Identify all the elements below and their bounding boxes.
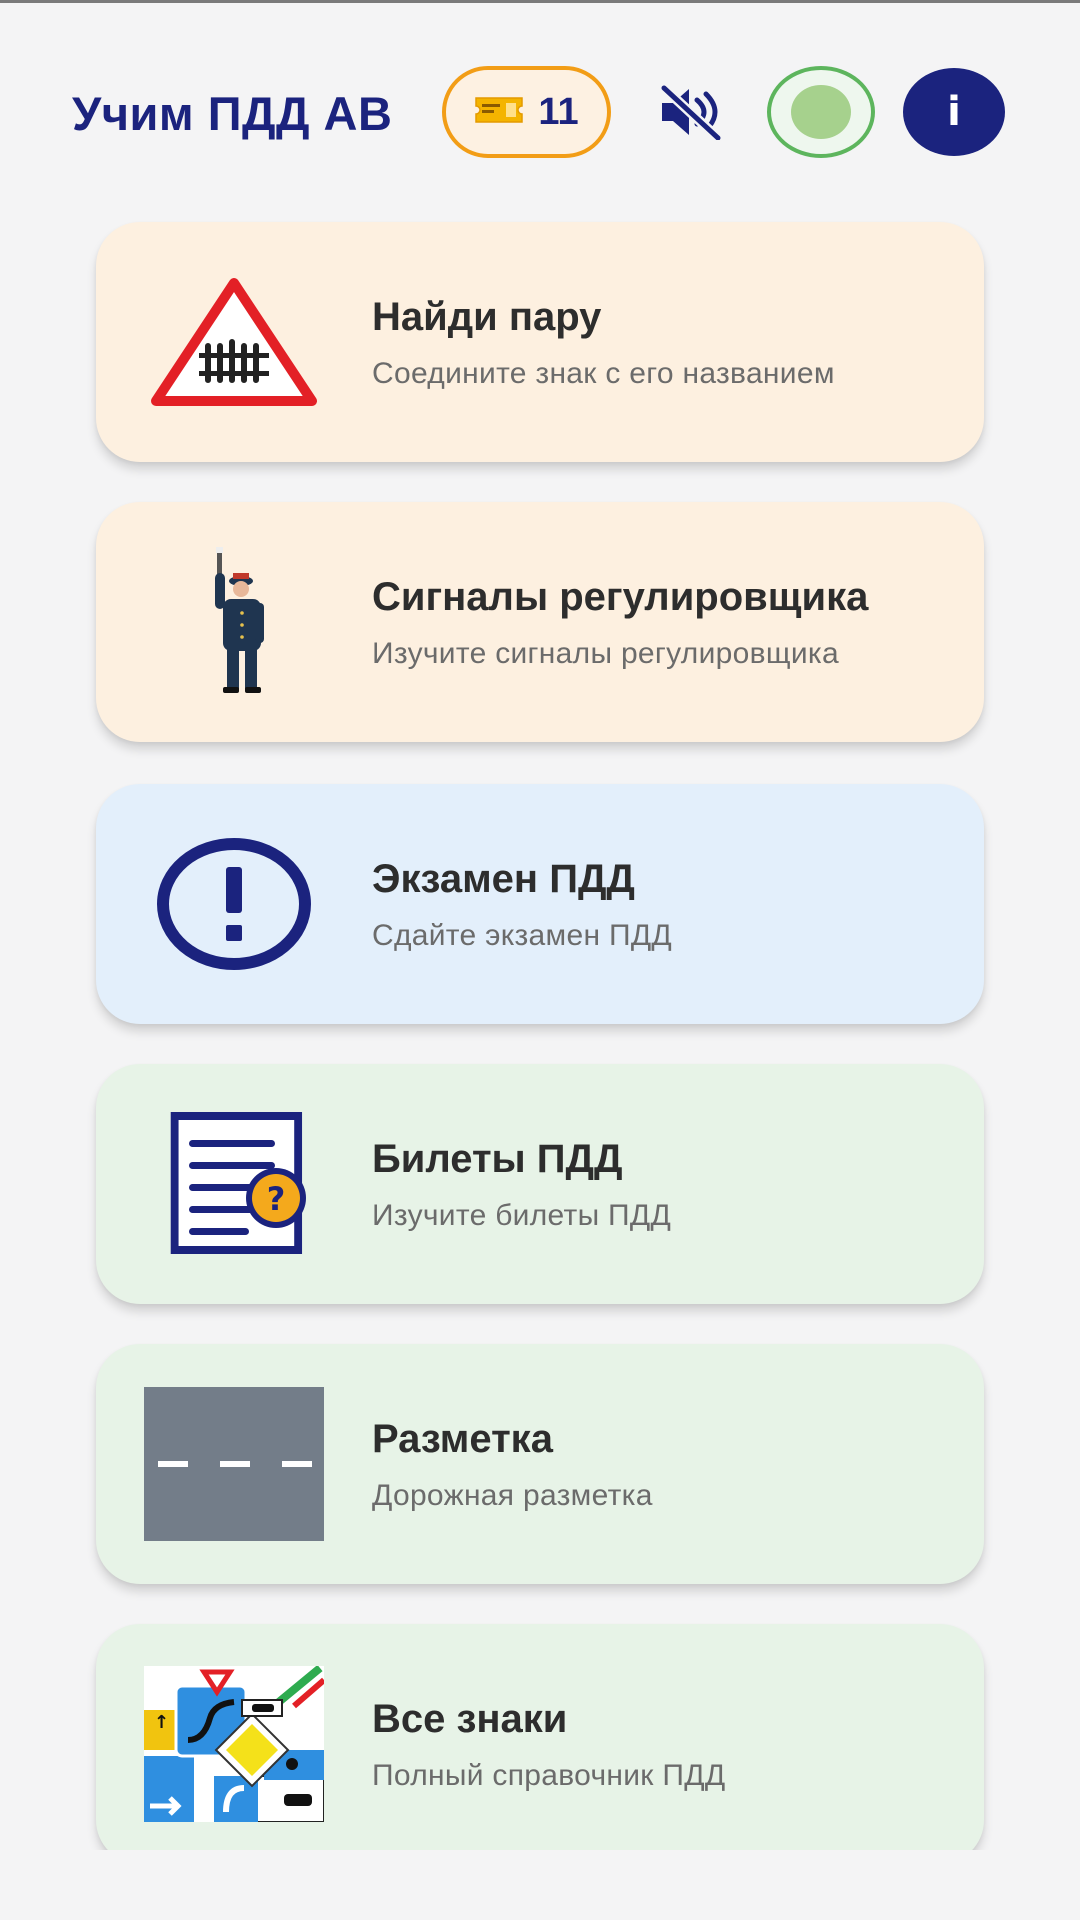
traffic-officer-icon [144, 540, 324, 704]
tickets-count: 11 [538, 90, 579, 133]
card-subtitle: Изучите билеты ПДД [372, 1199, 672, 1232]
road-marking-icon [144, 1382, 324, 1546]
card-title: Разметка [372, 1417, 553, 1461]
bottom-clip-area [0, 1850, 1080, 1920]
card-subtitle: Сдайте экзамен ПДД [372, 919, 673, 952]
exclamation-circle-icon [144, 822, 324, 986]
menu-card-all-signs[interactable]: ↑ Все знаки Полный справочник ПДД [96, 1624, 984, 1864]
card-title: Сигналы регулировщика [372, 575, 869, 619]
menu-card-find-pair[interactable]: Найди пару Соедините знак с его название… [96, 222, 984, 462]
menu-card-exam[interactable]: Экзамен ПДД Сдайте экзамен ПДД [96, 784, 984, 1024]
card-title: Экзамен ПДД [372, 857, 635, 901]
svg-text:?: ? [267, 1180, 286, 1218]
status-light-icon [791, 85, 851, 139]
svg-text:↑: ↑ [154, 1712, 169, 1733]
card-title: Билеты ПДД [372, 1137, 623, 1181]
card-subtitle: Изучите сигналы регулировщика [372, 637, 839, 670]
mute-toggle-button[interactable] [656, 83, 726, 143]
railway-crossing-sign-icon [144, 260, 324, 424]
question-document-icon: ? [144, 1102, 324, 1266]
card-title: Все знаки [372, 1697, 568, 1741]
volume-mute-icon [659, 83, 723, 143]
status-light-button[interactable] [767, 66, 875, 158]
card-subtitle: Дорожная разметка [372, 1479, 653, 1512]
app-title: Учим ПДД АВ [72, 87, 393, 140]
menu-card-traffic-controller[interactable]: Сигналы регулировщика Изучите сигналы ре… [96, 502, 984, 742]
card-subtitle: Соедините знак с его названием [372, 357, 835, 390]
menu-card-road-marking[interactable]: Разметка Дорожная разметка [96, 1344, 984, 1584]
card-title: Найди пару [372, 295, 602, 339]
ticket-icon [474, 95, 524, 130]
tickets-badge[interactable]: 11 [442, 66, 611, 158]
info-button[interactable]: i [903, 68, 1005, 156]
card-subtitle: Полный справочник ПДД [372, 1759, 726, 1792]
menu-card-tickets[interactable]: ? Билеты ПДД Изучите билеты ПДД [96, 1064, 984, 1304]
road-signs-collage-icon: ↑ [144, 1662, 324, 1826]
top-divider [0, 0, 1080, 3]
info-icon: i [947, 89, 961, 135]
app-header: Учим ПДД АВ 11 i [0, 62, 1080, 162]
